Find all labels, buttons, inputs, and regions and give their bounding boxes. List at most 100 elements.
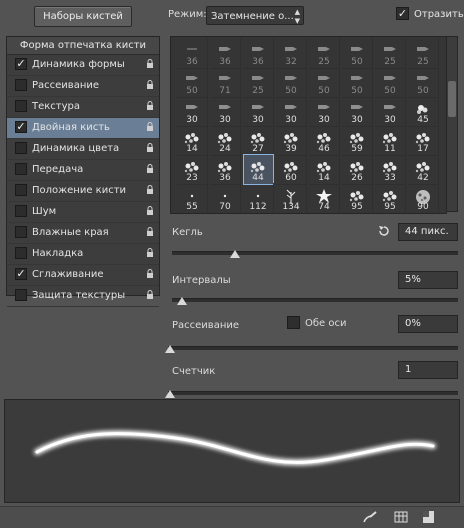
sidebar-item[interactable]: Влажные края: [7, 223, 159, 244]
lock-icon[interactable]: [146, 59, 154, 68]
sidebar-item-checkbox[interactable]: [15, 205, 27, 217]
brush-tip-cell[interactable]: 30: [309, 96, 340, 127]
spacing-slider-track[interactable]: [172, 298, 458, 302]
both-axes-checkbox[interactable]: [287, 316, 300, 329]
brush-tip-cell[interactable]: 60: [276, 154, 307, 185]
brush-tip-cell[interactable]: 95: [342, 183, 373, 213]
sidebar-item-checkbox[interactable]: [15, 163, 27, 175]
brush-tip-cell[interactable]: 50: [309, 67, 340, 98]
brush-tip-cell[interactable]: 55: [177, 183, 208, 213]
brush-tip-cell[interactable]: 50: [342, 38, 373, 69]
sidebar-item[interactable]: Защита текстуры: [7, 286, 159, 307]
brush-tip-cell[interactable]: 24: [210, 125, 241, 156]
brush-tip-cell[interactable]: 134: [276, 183, 307, 213]
spacing-slider-thumb[interactable]: [176, 297, 187, 305]
brush-tip-shape-header[interactable]: Форма отпечатка кисти: [7, 37, 159, 55]
sidebar-item[interactable]: ✓ Двойная кисть: [7, 118, 159, 139]
scrollbar-thumb[interactable]: [448, 81, 456, 117]
lock-icon[interactable]: [146, 80, 154, 89]
brush-tip-cell[interactable]: 25: [309, 38, 340, 69]
brush-tip-cell[interactable]: 50: [375, 67, 406, 98]
lock-icon[interactable]: [146, 290, 154, 299]
mode-select[interactable]: Затемнение о... ▲ ▼: [206, 6, 304, 25]
size-slider-track[interactable]: [172, 251, 458, 255]
brush-tip-cell[interactable]: 30: [210, 96, 241, 127]
brush-tip-cell[interactable]: 27: [243, 125, 274, 156]
count-slider-track[interactable]: [168, 391, 458, 395]
brush-tip-cell[interactable]: 25: [243, 67, 274, 98]
count-slider-thumb[interactable]: [165, 390, 175, 398]
lock-icon[interactable]: [146, 101, 154, 110]
sidebar-item-checkbox[interactable]: ✓: [15, 58, 27, 70]
flip-checkbox[interactable]: ✓: [396, 7, 409, 20]
brush-tip-cell[interactable]: 32: [276, 38, 307, 69]
scatter-value-field[interactable]: 0%: [398, 315, 458, 333]
sidebar-item-checkbox[interactable]: ✓: [15, 121, 27, 133]
sidebar-item-checkbox[interactable]: ✓: [15, 268, 27, 280]
brush-tip-cell[interactable]: 50: [276, 67, 307, 98]
brush-tool-icon[interactable]: [362, 511, 378, 524]
brush-tip-cell[interactable]: 36: [210, 154, 241, 185]
sidebar-item[interactable]: Текстура: [7, 97, 159, 118]
lock-icon[interactable]: [146, 227, 154, 236]
sidebar-item-checkbox[interactable]: [15, 184, 27, 196]
grid-icon[interactable]: [394, 511, 408, 523]
brush-tip-cell[interactable]: 112: [243, 183, 274, 213]
brush-tip-cell[interactable]: 42: [408, 154, 439, 185]
brush-tip-cell[interactable]: 90: [408, 183, 439, 213]
brush-tip-cell[interactable]: 71: [210, 67, 241, 98]
lock-icon[interactable]: [146, 143, 154, 152]
sidebar-item-checkbox[interactable]: [15, 100, 27, 112]
sidebar-item-checkbox[interactable]: [15, 79, 27, 91]
brush-tip-cell[interactable]: 36: [243, 38, 274, 69]
brush-presets-button[interactable]: Наборы кистей: [34, 6, 132, 27]
brush-tip-cell[interactable]: 30: [243, 96, 274, 127]
brush-tip-cell[interactable]: 33: [375, 154, 406, 185]
lock-icon[interactable]: [146, 206, 154, 215]
count-value-field[interactable]: 1: [398, 361, 458, 379]
sidebar-item-checkbox[interactable]: [15, 226, 27, 238]
brush-tip-cell[interactable]: 74: [309, 183, 340, 213]
brush-tip-cell[interactable]: 44: [243, 154, 274, 185]
sidebar-item[interactable]: Рассеивание: [7, 76, 159, 97]
brush-tip-cell[interactable]: 30: [342, 96, 373, 127]
lock-icon[interactable]: [146, 164, 154, 173]
sidebar-item[interactable]: Динамика цвета: [7, 139, 159, 160]
reset-icon[interactable]: [376, 223, 392, 239]
brush-tip-cell[interactable]: 95: [375, 183, 406, 213]
brush-tip-cell[interactable]: 14: [177, 125, 208, 156]
sidebar-item[interactable]: ✓ Сглаживание: [7, 265, 159, 286]
brush-tip-cell[interactable]: 23: [177, 154, 208, 185]
sidebar-item-checkbox[interactable]: [15, 247, 27, 259]
brush-tip-cell[interactable]: 25: [408, 38, 439, 69]
scatter-slider-track[interactable]: [168, 346, 458, 350]
sidebar-item-checkbox[interactable]: [15, 289, 27, 301]
lock-icon[interactable]: [146, 269, 154, 278]
sidebar-item[interactable]: Передача: [7, 160, 159, 181]
size-value-field[interactable]: 44 пикс.: [398, 223, 458, 241]
brush-tip-cell[interactable]: 50: [408, 67, 439, 98]
lock-icon[interactable]: [146, 122, 154, 131]
sidebar-item[interactable]: ✓ Динамика формы: [7, 55, 159, 76]
brush-tip-cell[interactable]: 59: [342, 125, 373, 156]
scatter-slider-thumb[interactable]: [165, 345, 175, 353]
brush-tip-cell[interactable]: 17: [408, 125, 439, 156]
brush-tip-cell[interactable]: 50: [342, 67, 373, 98]
brush-tip-cell[interactable]: 36: [210, 38, 241, 69]
brush-tip-cell[interactable]: 70: [210, 183, 241, 213]
brush-tip-cell[interactable]: 14: [309, 154, 340, 185]
brush-tip-cell[interactable]: 36: [177, 38, 208, 69]
brush-tip-cell[interactable]: 45: [408, 96, 439, 127]
brush-tip-cell[interactable]: 46: [309, 125, 340, 156]
brush-tip-cell[interactable]: 39: [276, 125, 307, 156]
sidebar-item[interactable]: Накладка: [7, 244, 159, 265]
brush-tip-cell[interactable]: 11: [375, 125, 406, 156]
brush-tip-cell[interactable]: 50: [177, 67, 208, 98]
size-slider-thumb[interactable]: [229, 250, 240, 258]
lock-icon[interactable]: [146, 185, 154, 194]
spacing-value-field[interactable]: 5%: [398, 271, 458, 289]
sidebar-item[interactable]: Шум: [7, 202, 159, 223]
brush-tip-cell[interactable]: 30: [177, 96, 208, 127]
brush-tip-cell[interactable]: 30: [276, 96, 307, 127]
sidebar-item-checkbox[interactable]: [15, 142, 27, 154]
